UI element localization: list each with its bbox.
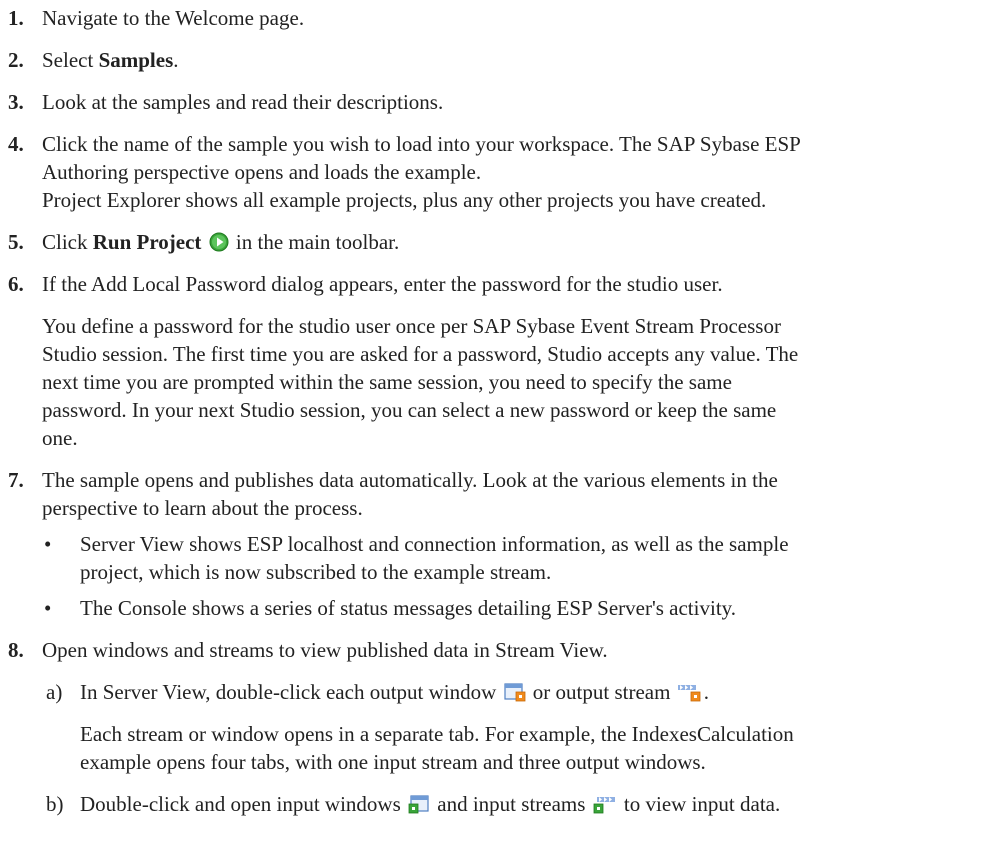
- run-project-label: Run Project: [92, 230, 202, 254]
- step-number: 8.: [8, 638, 24, 662]
- paragraph-line: Each stream or window opens in a separat…: [80, 722, 794, 746]
- output-window-icon: [503, 681, 526, 709]
- step-text-pre: Select: [42, 48, 99, 72]
- step-text-pre: Click: [42, 230, 93, 254]
- step-text: Navigate to the Welcome page.: [42, 6, 305, 30]
- substep-text-post: .: [703, 680, 709, 704]
- step-text-line-1: Click the name of the sample you wish to…: [42, 132, 801, 156]
- step-number: 1.: [8, 6, 24, 30]
- step-text-line-3: Project Explorer shows all example proje…: [42, 188, 767, 212]
- step-number: 4.: [8, 132, 24, 156]
- paragraph-line: next time you are prompted within the sa…: [42, 370, 732, 394]
- step-number: 3.: [8, 90, 24, 114]
- output-stream-icon: [677, 681, 702, 709]
- step-number: 2.: [8, 48, 24, 72]
- substep-text-mid: and input streams: [437, 792, 586, 816]
- substep-text-pre: In Server View, double-click each output…: [80, 680, 497, 704]
- step-text-line-2: Authoring perspective opens and loads th…: [42, 160, 482, 184]
- step-text: Look at the samples and read their descr…: [42, 90, 444, 114]
- run-project-icon: [209, 231, 229, 259]
- step-text-post: in the main toolbar.: [230, 230, 400, 254]
- paragraph-line: example opens four tabs, with one input …: [80, 750, 706, 774]
- samples-label: Samples: [98, 48, 174, 72]
- substep-text-pre: Double-click and open input windows: [80, 792, 401, 816]
- bullet-mark: •: [44, 596, 52, 620]
- bullet-text: The Console shows a series of status mes…: [80, 596, 737, 620]
- substep-label: b): [46, 792, 64, 816]
- step-text: Open windows and streams to view publish…: [42, 638, 608, 662]
- paragraph-line: one.: [42, 426, 78, 450]
- step-text-line-1: The sample opens and publishes data auto…: [42, 468, 778, 492]
- step-number: 7.: [8, 468, 24, 492]
- paragraph-line: Studio session. The first time you are a…: [42, 342, 799, 366]
- step-text: Click Run Project in the main toolbar.: [42, 228, 399, 259]
- bullet-text-line-2: project, which is now subscribed to the …: [80, 560, 552, 584]
- step-number: 5.: [8, 230, 24, 254]
- paragraph-line: You define a password for the studio use…: [42, 314, 781, 338]
- substep-label: a): [46, 680, 63, 704]
- substep-text-mid: or output stream: [532, 680, 671, 704]
- bullet-text-line-1: Server View shows ESP localhost and conn…: [80, 532, 789, 556]
- input-stream-icon: [593, 793, 617, 821]
- document-page: 1. Navigate to the Welcome page. 2. Sele…: [0, 0, 990, 843]
- input-window-icon: [408, 793, 430, 821]
- paragraph-line: password. In your next Studio session, y…: [42, 398, 777, 422]
- substep-text: In Server View, double-click each output…: [80, 678, 709, 709]
- step-text: Select Samples.: [42, 46, 179, 74]
- bullet-mark: •: [44, 532, 52, 556]
- substep-text-post: to view input data.: [623, 792, 781, 816]
- step-text-post: .: [173, 48, 179, 72]
- step-number: 6.: [8, 272, 24, 296]
- step-text-line-2: perspective to learn about the process.: [42, 496, 363, 520]
- step-text: If the Add Local Password dialog appears…: [42, 272, 723, 296]
- substep-text: Double-click and open input windows and …: [80, 790, 780, 821]
